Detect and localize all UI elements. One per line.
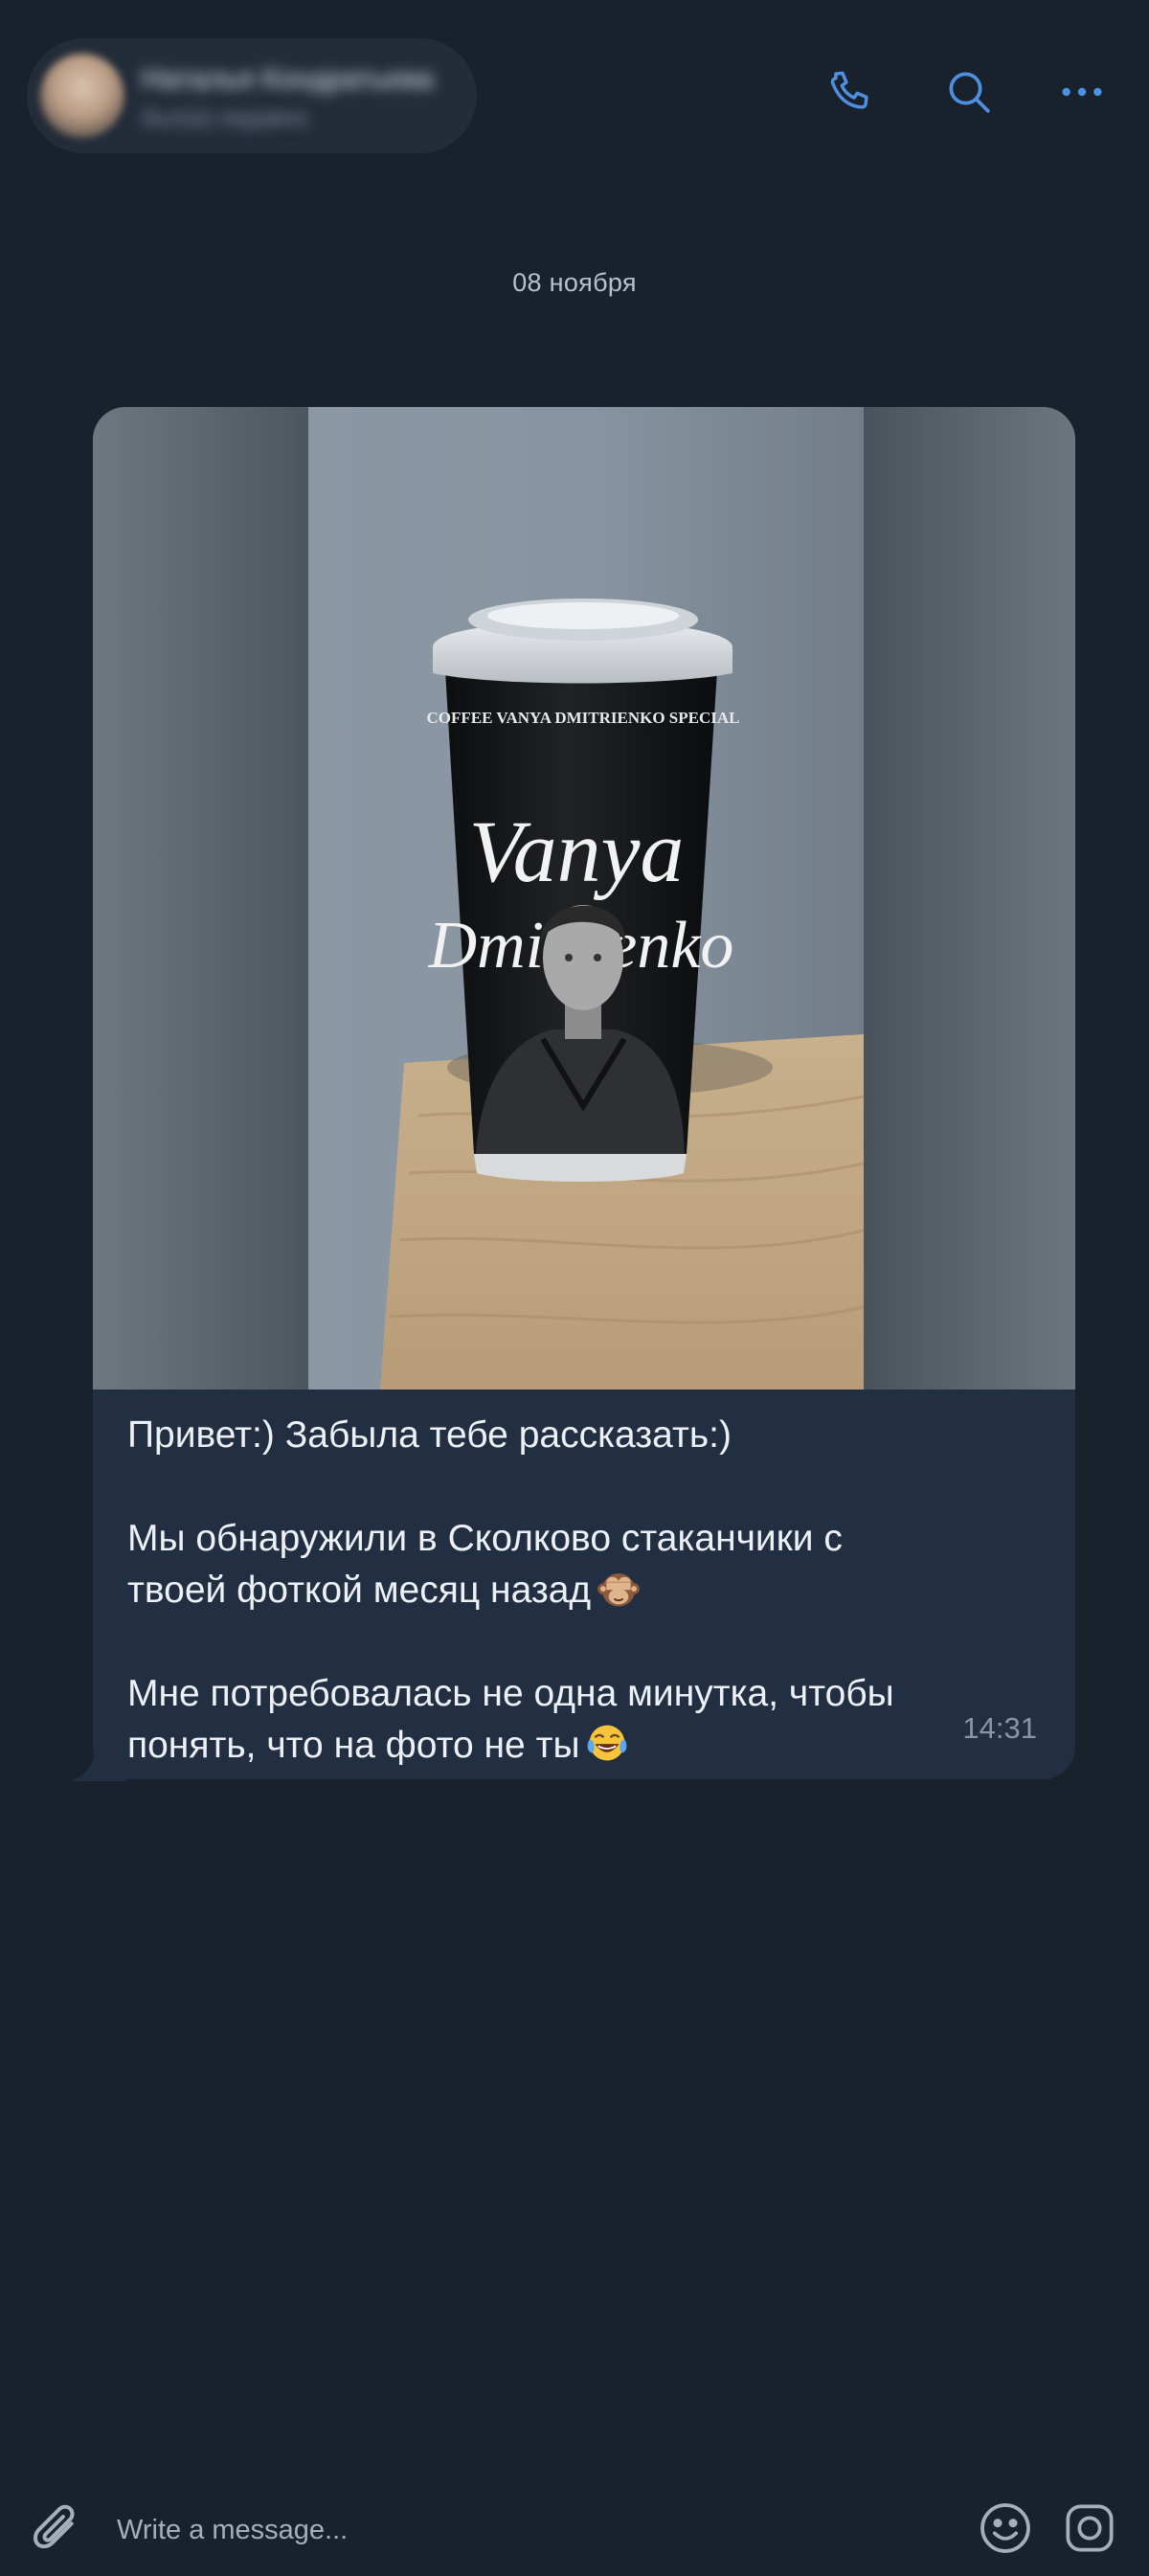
call-button[interactable] xyxy=(820,63,877,121)
search-button[interactable] xyxy=(940,63,998,121)
camera-icon[interactable] xyxy=(1059,2497,1120,2559)
message-photo[interactable]: COFFEE VANYA DMITRIENKO SPECIAL Vanya Dm… xyxy=(93,407,1075,1390)
message-text: Привет:) Забыла тебе рассказать:) Мы обн… xyxy=(127,1410,1027,1772)
tears-of-joy-emoji-icon xyxy=(588,1725,627,1761)
message-line-with-emoji: понять, что на фото не ты xyxy=(127,1720,1027,1772)
message-line: Привет:) Забыла тебе рассказать:) xyxy=(127,1414,732,1456)
message-line: твоей фоткой месяц назад xyxy=(127,1570,592,1611)
message-line: Мы обнаружили в Сколково стаканчики с xyxy=(127,1518,843,1559)
message-time: 14:31 xyxy=(962,1711,1037,1745)
message-line: понять, что на фото не ты xyxy=(127,1725,580,1766)
paperclip-icon[interactable] xyxy=(27,2499,88,2561)
contact-name: Наталья Кондратьева xyxy=(142,63,434,95)
chat-header: Наталья Кондратьева был(а) недавно xyxy=(0,0,1149,192)
message-composer xyxy=(0,2480,1149,2576)
date-separator: 08 ноября xyxy=(512,268,637,297)
more-icon xyxy=(1062,87,1102,97)
message-input[interactable] xyxy=(115,2501,923,2559)
cup-brand-text: COFFEE VANYA DMITRIENKO SPECIAL xyxy=(426,709,739,727)
cup-title-line1: Vanya xyxy=(469,802,685,900)
message-line: Мне потребовалась не одна минутка, чтобы xyxy=(127,1673,894,1714)
contact-info[interactable]: Наталья Кондратьева был(а) недавно xyxy=(27,38,477,153)
phone-icon xyxy=(830,71,868,109)
more-button[interactable] xyxy=(1053,63,1111,121)
search-icon xyxy=(949,72,990,113)
contact-status: был(а) недавно xyxy=(142,105,308,131)
see-no-evil-monkey-emoji-icon xyxy=(597,1573,641,1607)
message-line-with-emoji: твоей фоткой месяц назад xyxy=(127,1565,1027,1616)
avatar[interactable] xyxy=(40,54,124,138)
emoji-icon[interactable] xyxy=(975,2497,1036,2559)
message-bubble[interactable]: COFFEE VANYA DMITRIENKO SPECIAL Vanya Dm… xyxy=(93,407,1075,1779)
